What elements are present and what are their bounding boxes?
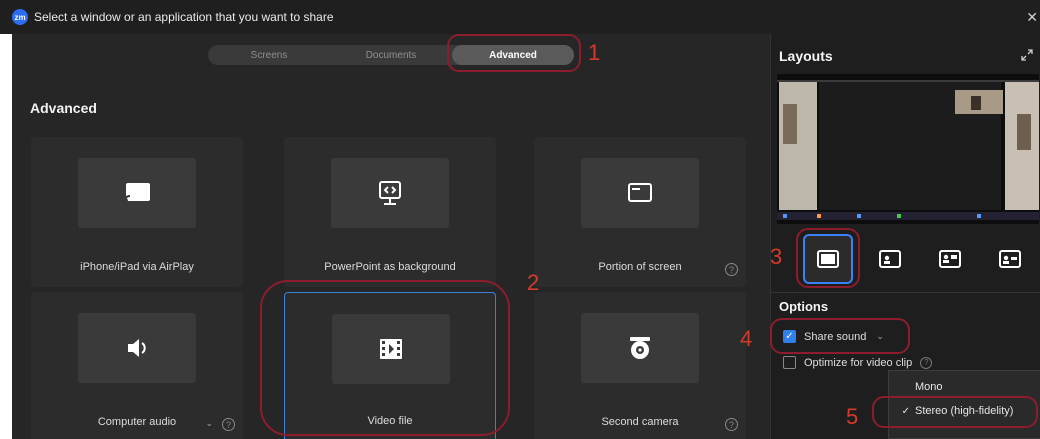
camera-icon: [630, 337, 650, 359]
portion-screen-icon: [628, 183, 652, 202]
annotation-number: 2: [527, 270, 540, 295]
expand-icon[interactable]: [1020, 48, 1034, 62]
card-label: Video file: [367, 415, 413, 427]
share-options-panel: Screens Documents Advanced Advanced iPho…: [12, 34, 770, 439]
airplay-icon-box: [78, 158, 196, 228]
share-sound-checkbox[interactable]: ✓: [783, 330, 796, 343]
annotation-number: 1: [588, 40, 601, 65]
zoom-logo-icon: zm: [12, 9, 28, 25]
window-title: Select a window or an application that y…: [34, 10, 334, 24]
help-icon[interactable]: ?: [725, 263, 738, 276]
optimize-video-checkbox[interactable]: [783, 356, 796, 369]
computer-audio-card[interactable]: Computer audio ⌄ ?: [31, 292, 243, 439]
second-camera-card[interactable]: Second camera ?: [534, 292, 746, 439]
options-title: Options: [779, 299, 829, 314]
portion-screen-icon-box: [581, 158, 699, 228]
airplay-icon: [123, 183, 150, 204]
optimize-video-label: Optimize for video clip: [804, 356, 913, 369]
tab-documents[interactable]: Documents: [330, 45, 452, 65]
layout-split-icon: [999, 250, 1021, 268]
help-icon[interactable]: ?: [222, 418, 235, 431]
tab-advanced[interactable]: Advanced: [452, 45, 574, 65]
annotation-number: 5: [846, 404, 859, 429]
powerpoint-icon-box: [331, 158, 449, 228]
layout-pip-icon: [879, 250, 901, 268]
powerpoint-icon: [379, 181, 401, 205]
speaker-icon: [128, 339, 146, 357]
chevron-down-icon[interactable]: ⌄: [876, 331, 884, 342]
menu-item-mono[interactable]: Mono: [889, 376, 1040, 398]
card-label: Portion of screen: [598, 261, 682, 273]
layouts-title: Layouts: [779, 48, 833, 64]
layout-split-button[interactable]: [985, 234, 1035, 284]
card-label: PowerPoint as background: [324, 261, 456, 273]
tab-screens[interactable]: Screens: [208, 45, 330, 65]
sound-mode-dropdown: Mono ✓ Stereo (high-fidelity): [888, 370, 1040, 439]
annotation-number: 4: [740, 326, 753, 351]
layout-side-icon: [939, 250, 961, 268]
card-label: Second camera: [601, 416, 679, 428]
menu-item-label: Mono: [915, 381, 943, 393]
title-bar: zm Select a window or an application tha…: [0, 0, 1040, 34]
airplay-card[interactable]: iPhone/iPad via AirPlay: [31, 137, 243, 287]
speaker-icon-box: [78, 313, 196, 383]
close-icon[interactable]: ✕: [1026, 9, 1038, 26]
menu-item-stereo[interactable]: ✓ Stereo (high-fidelity): [889, 400, 1040, 422]
menu-item-label: Stereo (high-fidelity): [915, 405, 1014, 417]
section-title: Advanced: [30, 100, 97, 116]
preview-image: [777, 74, 1039, 224]
video-file-icon: [380, 339, 402, 359]
layout-side-by-side-button[interactable]: [925, 234, 975, 284]
share-sound-label: Share sound: [804, 330, 867, 343]
layout-preview: [777, 74, 1039, 224]
annotation-number: 3: [770, 244, 783, 269]
powerpoint-card[interactable]: PowerPoint as background: [284, 137, 496, 287]
help-icon[interactable]: ?: [725, 418, 738, 431]
portion-screen-card[interactable]: Portion of screen ?: [534, 137, 746, 287]
layout-picture-in-picture-button[interactable]: [865, 234, 915, 284]
help-icon[interactable]: ?: [920, 356, 933, 369]
video-file-card[interactable]: Video file: [284, 292, 496, 439]
share-sound-option[interactable]: ✓ Share sound ⌄: [783, 330, 884, 343]
card-label: iPhone/iPad via AirPlay: [80, 261, 194, 273]
layout-full-icon: [817, 250, 839, 268]
chevron-down-icon[interactable]: ⌄: [205, 418, 213, 429]
layout-full-screen-button[interactable]: [803, 234, 853, 284]
divider: [771, 292, 1040, 293]
check-icon: ✓: [901, 405, 910, 417]
share-tabs: Screens Documents Advanced: [208, 45, 574, 65]
video-file-icon-box: [332, 314, 450, 384]
optimize-video-option[interactable]: Optimize for video clip ?: [783, 356, 933, 369]
camera-icon-box: [581, 313, 699, 383]
